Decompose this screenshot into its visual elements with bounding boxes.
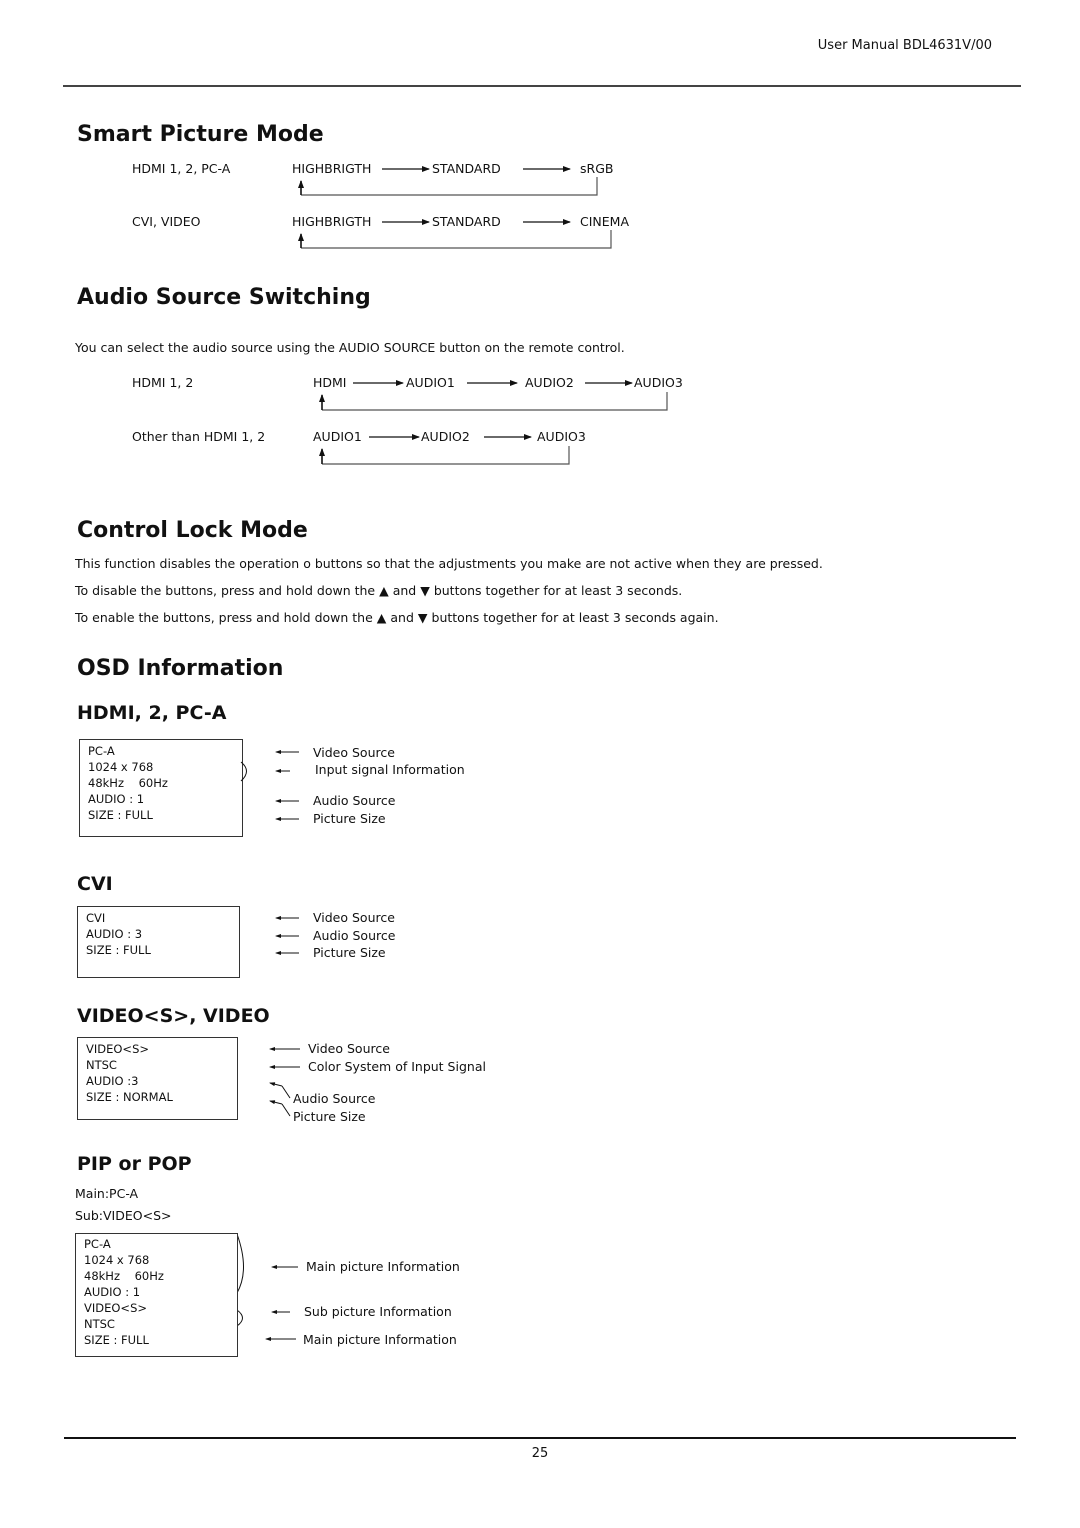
osd-video-label-picture-size: Picture Size [293,1109,366,1124]
osd-pip-title: PIP or POP [77,1153,192,1175]
osd-pip-label-sub-info: Sub picture Information [304,1304,452,1319]
osd-cvi-box: CVI AUDIO : 3 SIZE : FULL [77,906,240,978]
osd-video-title: VIDEO<S>, VIDEO [77,1005,270,1027]
osd-pip-label-main-info-2: Main picture Information [303,1332,457,1347]
osd-video-box: VIDEO<S> NTSC AUDIO :3 SIZE : NORMAL [77,1037,238,1120]
osd-cvi-arrows [275,916,299,955]
osd-cvi-title: CVI [77,873,113,895]
osd-pip-label-main-info: Main picture Information [306,1259,460,1274]
osd-video-label-color-system: Color System of Input Signal [308,1059,486,1074]
osd-cvi-label-audio-source: Audio Source [313,928,396,943]
osd-video-label-audio-source: Audio Source [293,1091,376,1106]
footer-divider [64,1437,1016,1439]
osd-pip-main-source: Main:PC-A [75,1186,139,1201]
osd-cvi-label-picture-size: Picture Size [313,945,386,960]
osd-pip-box: PC-A 1024 x 768 48kHz 60Hz AUDIO : 1 VID… [75,1233,238,1357]
page-number: 25 [531,1446,549,1461]
osd-pip-sub-source: Sub:VIDEO<S> [75,1208,172,1223]
osd-pip-arrows [236,1233,298,1341]
osd-cvi-label-video-source: Video Source [313,910,395,925]
osd-video-label-video-source: Video Source [308,1041,390,1056]
